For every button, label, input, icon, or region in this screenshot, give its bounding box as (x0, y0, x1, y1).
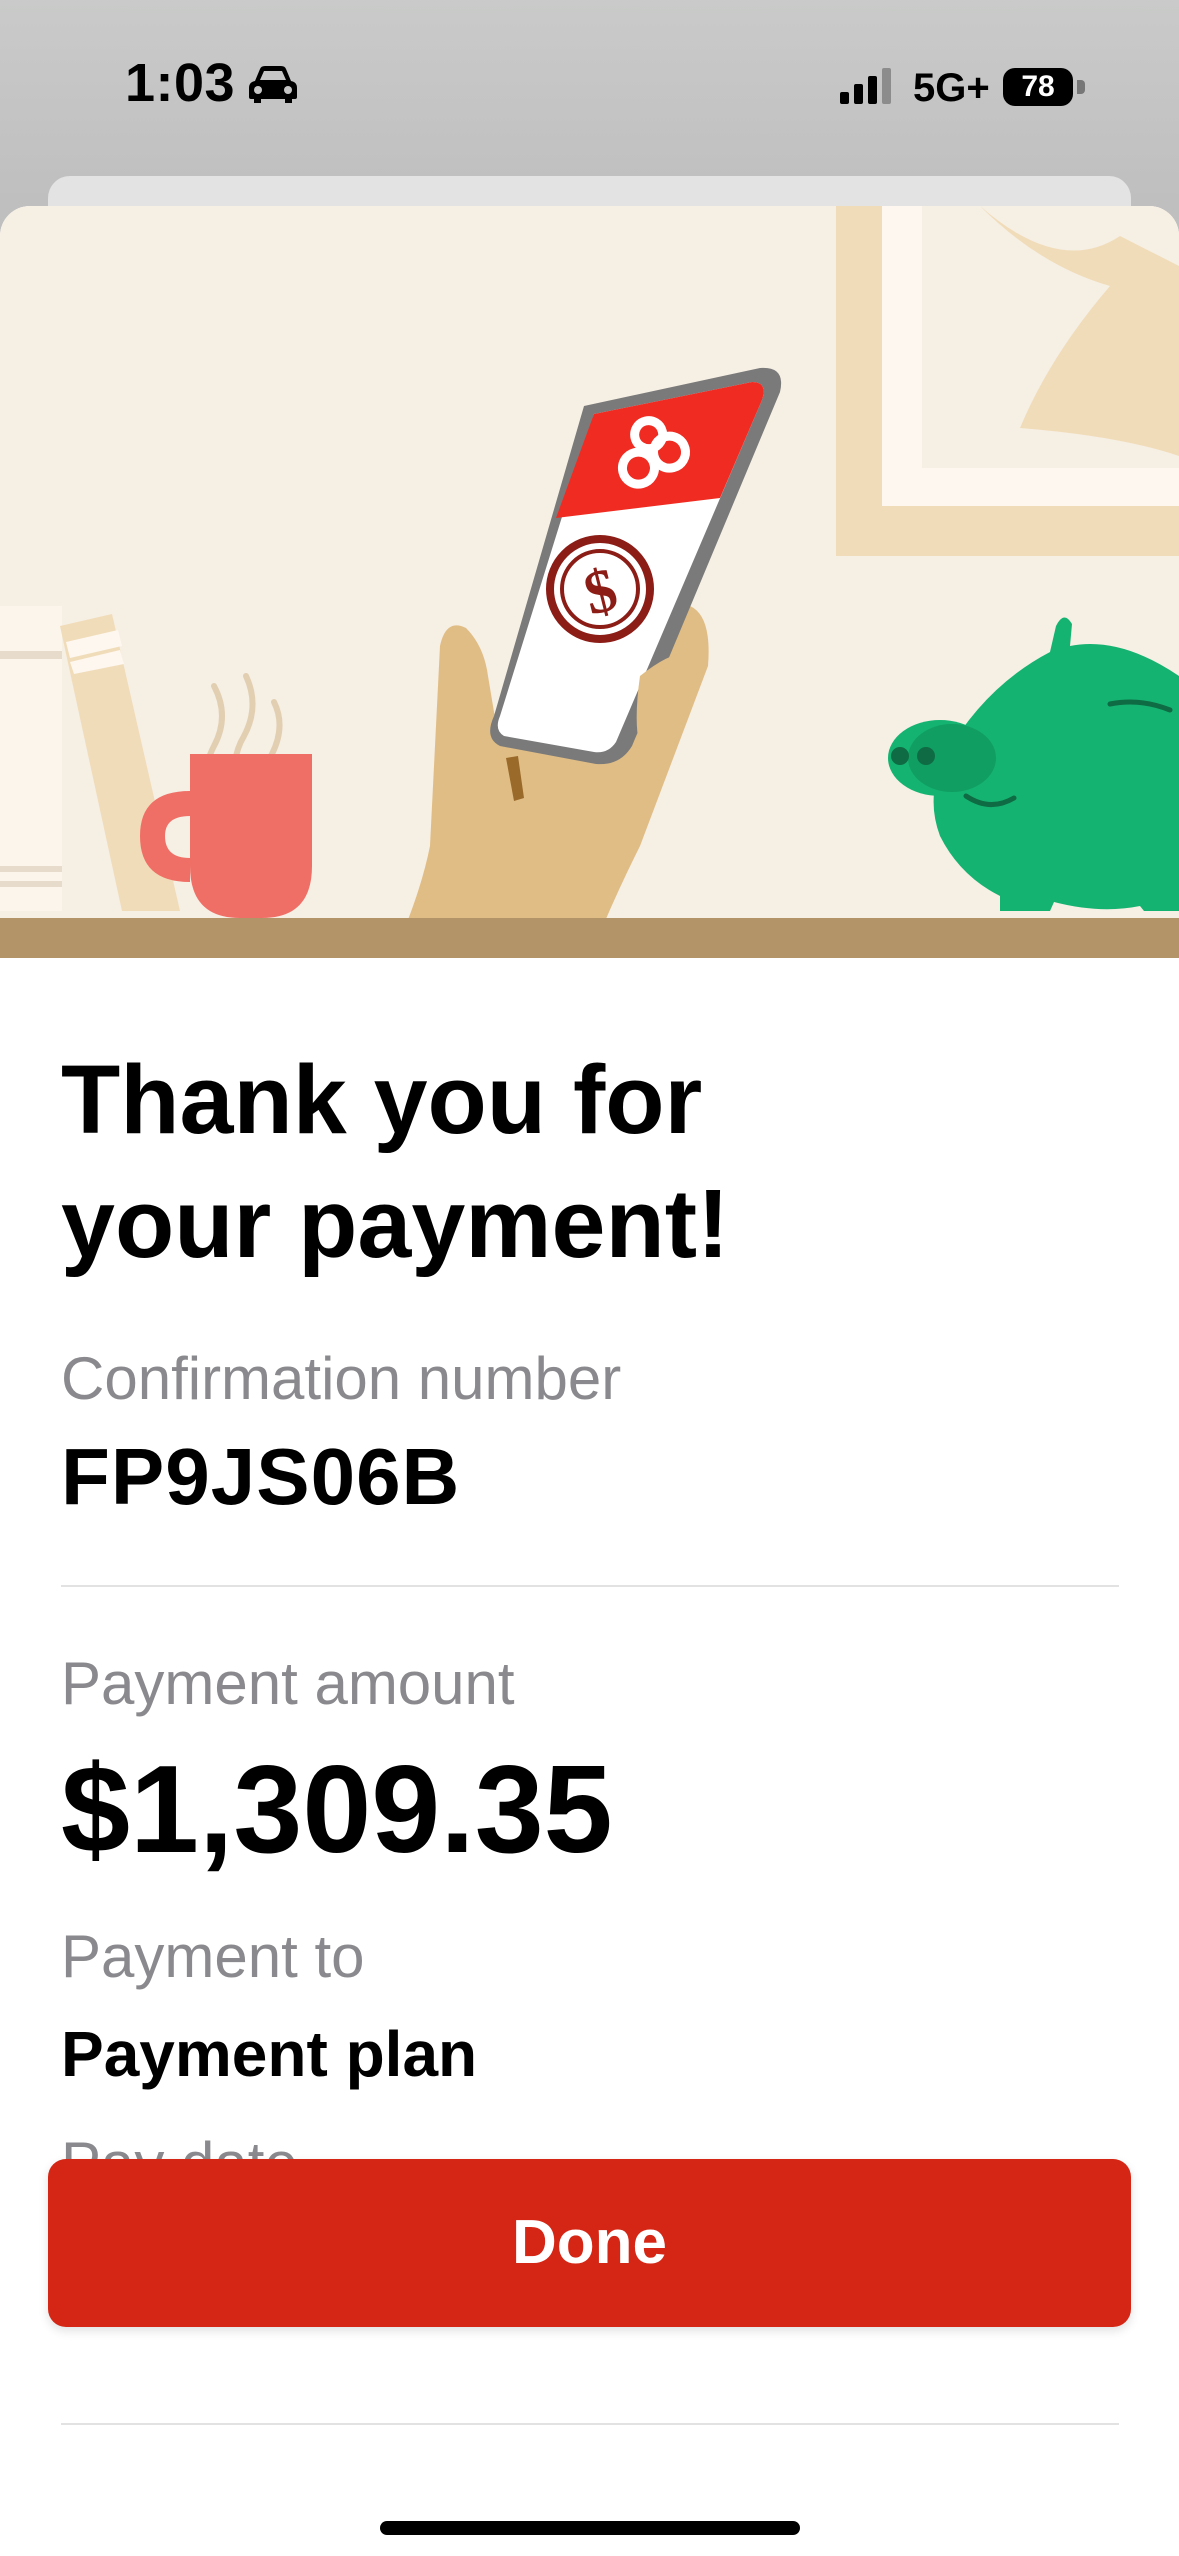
network-type: 5G+ (913, 66, 990, 110)
confirmation-sheet: $ Thank you for your payment! Confirmati… (0, 206, 1179, 2556)
car-icon (249, 66, 297, 103)
page-title: Thank you for your payment! (61, 1045, 730, 1278)
payment-amount-label: Payment amount (61, 1650, 515, 1717)
payment-to-label: Payment to (61, 1923, 365, 1990)
confirmation-number-label: Confirmation number (61, 1345, 622, 1412)
status-bar: 1:03 5G+ 78 (0, 0, 1179, 175)
divider (61, 1585, 1119, 1587)
battery-level: 78 (1003, 68, 1073, 106)
payment-to-value: Payment plan (61, 2018, 478, 2090)
confirmation-number: FP9JS06B (61, 1432, 461, 1521)
battery-icon: 78 (1003, 68, 1085, 106)
home-indicator[interactable] (380, 2521, 800, 2535)
cellular-signal-icon (840, 68, 891, 104)
payment-confirmation-screen: 1:03 5G+ 78 $ Thank you for your payment… (0, 0, 1179, 2556)
payment-amount: $1,309.35 (61, 1741, 613, 1879)
bottom-divider (61, 2423, 1119, 2425)
battery-cap (1077, 80, 1085, 94)
status-time: 1:03 (125, 53, 236, 113)
done-button[interactable]: Done (48, 2159, 1131, 2327)
confirmation-details: Thank you for your payment! Confirmation… (61, 958, 1119, 2198)
payment-illustration: $ (0, 206, 1179, 958)
